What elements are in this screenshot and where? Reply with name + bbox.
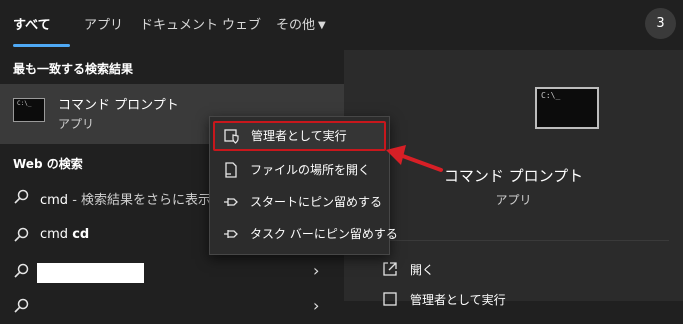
context-menu: 管理者として実行 ファイルの場所を開く スタートにピン留めする タスク バーにピ… xyxy=(209,116,398,255)
search-icon xyxy=(14,227,29,242)
file-icon xyxy=(225,162,237,178)
search-icon xyxy=(14,263,29,278)
menu-item-label: 管理者として実行 xyxy=(251,129,347,143)
tab-more-label: その他 xyxy=(276,18,316,33)
chevron-right-icon[interactable]: › xyxy=(313,296,319,315)
tab-more[interactable]: その他 ▼ xyxy=(276,14,326,33)
preview-action-label: 管理者として実行 xyxy=(410,293,506,307)
tab-apps[interactable]: アプリ xyxy=(84,14,123,33)
pin-icon xyxy=(224,198,238,206)
redacted-query xyxy=(37,263,144,283)
chevron-down-icon: ▼ xyxy=(318,20,326,31)
search-icon xyxy=(14,298,29,313)
callout-arrow-icon xyxy=(386,145,443,172)
open-icon xyxy=(383,262,397,276)
command-prompt-icon: C:\_ xyxy=(13,98,45,122)
web-query: cmd xyxy=(40,227,73,242)
tab-all[interactable]: すべて xyxy=(13,14,51,33)
web-query-suffix: - 検索結果をさらに表示す xyxy=(68,193,225,208)
menu-item-label: スタートにピン留めする xyxy=(250,195,383,209)
preview-action-label: 開く xyxy=(410,263,435,277)
web-result-row[interactable]: › xyxy=(0,255,344,289)
menu-item-open-file-location[interactable]: ファイルの場所を開く xyxy=(210,154,389,184)
chevron-right-icon[interactable]: › xyxy=(313,261,319,280)
menu-item-label: タスク バーにピン留めする xyxy=(250,227,398,241)
active-tab-indicator xyxy=(13,44,70,47)
best-match-header: 最も一致する検索結果 xyxy=(13,62,134,76)
menu-item-pin-to-start[interactable]: スタートにピン留めする xyxy=(210,186,389,216)
web-query: cmd xyxy=(40,193,69,208)
web-query-bold: cd xyxy=(72,227,90,242)
command-prompt-icon: C:\_ xyxy=(535,87,599,129)
menu-item-label: ファイルの場所を開く xyxy=(250,163,371,177)
shield-icon xyxy=(383,292,397,306)
pin-icon xyxy=(224,230,238,238)
menu-item-run-as-admin[interactable]: 管理者として実行 xyxy=(213,121,386,151)
web-search-header: Web の検索 xyxy=(13,157,83,171)
best-match-title: コマンド プロンプト xyxy=(58,98,179,113)
count-badge[interactable]: 3 xyxy=(645,8,676,39)
best-match-subtitle: アプリ xyxy=(58,117,95,131)
shield-icon xyxy=(224,129,239,144)
tab-web[interactable]: ウェブ xyxy=(222,14,261,33)
search-icon xyxy=(14,189,29,204)
filter-tab-bar: すべて アプリ ドキュメント ウェブ その他 ▼ 3 xyxy=(0,0,683,50)
menu-item-pin-to-taskbar[interactable]: タスク バーにピン留めする xyxy=(210,218,398,248)
web-result-row[interactable]: › xyxy=(0,290,344,324)
preview-divider xyxy=(360,240,669,241)
tab-documents[interactable]: ドキュメント xyxy=(140,14,218,33)
preview-subtitle: アプリ xyxy=(495,193,532,207)
